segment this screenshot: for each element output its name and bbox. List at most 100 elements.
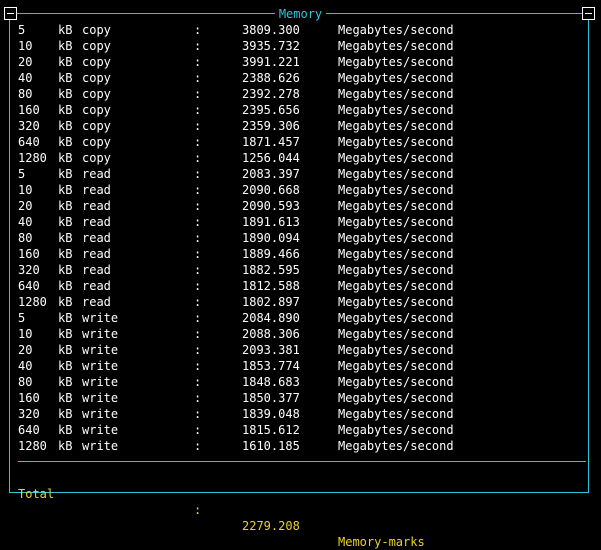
row-colon: :	[194, 375, 202, 389]
row-value: 2392.278	[242, 87, 300, 101]
row-colon: :	[194, 231, 202, 245]
row-size: 5	[18, 23, 26, 37]
row-unit: kB	[58, 55, 73, 69]
row-unit: kB	[58, 263, 73, 277]
row-unit: kB	[58, 279, 73, 293]
row-operation: copy	[82, 103, 111, 117]
row-units: Megabytes/second	[338, 39, 454, 53]
row-colon: :	[194, 263, 202, 277]
row-operation: read	[82, 231, 111, 245]
row-size: 80	[18, 87, 33, 101]
row-operation: write	[82, 327, 119, 341]
row-size: 160	[18, 247, 40, 261]
row-value: 1891.613	[242, 215, 300, 229]
row-colon: :	[194, 119, 202, 133]
row-units: Megabytes/second	[338, 23, 454, 37]
row-value: 2093.381	[242, 343, 300, 357]
row-operation: read	[82, 215, 111, 229]
row-size: 160	[18, 103, 40, 117]
row-unit: kB	[58, 167, 73, 181]
row-value: 2084.890	[242, 311, 300, 325]
row-colon: :	[194, 71, 202, 85]
row-size: 40	[18, 71, 33, 85]
row-unit: kB	[58, 87, 73, 101]
row-operation: copy	[82, 151, 111, 165]
total-value: 2279.208	[242, 519, 300, 533]
row-size: 5	[18, 311, 26, 325]
row-units: Megabytes/second	[338, 151, 454, 165]
row-value: 1853.774	[242, 359, 300, 373]
row-size: 1280	[18, 151, 47, 165]
row-size: 640	[18, 279, 40, 293]
row-unit: kB	[58, 151, 73, 165]
row-unit: kB	[58, 375, 73, 389]
row-colon: :	[194, 423, 202, 437]
row-operation: read	[82, 263, 111, 277]
row-size: 1280	[18, 439, 47, 453]
row-colon: :	[194, 23, 202, 37]
row-operation: read	[82, 167, 111, 181]
row-operation: write	[82, 375, 119, 389]
row-units: Megabytes/second	[338, 311, 454, 325]
row-value: 1850.377	[242, 391, 300, 405]
row-value: 2090.593	[242, 199, 300, 213]
row-value: 2088.306	[242, 327, 300, 341]
row-unit: kB	[58, 183, 73, 197]
row-operation: read	[82, 279, 111, 293]
row-operation: copy	[82, 119, 111, 133]
row-colon: :	[194, 135, 202, 149]
row-value: 1848.683	[242, 375, 300, 389]
row-operation: copy	[82, 39, 111, 53]
row-units: Megabytes/second	[338, 295, 454, 309]
row-value: 1256.044	[242, 151, 300, 165]
row-value: 1815.612	[242, 423, 300, 437]
row-colon: :	[194, 55, 202, 69]
row-value: 2388.626	[242, 71, 300, 85]
row-colon: :	[194, 39, 202, 53]
row-size: 40	[18, 215, 33, 229]
row-units: Megabytes/second	[338, 231, 454, 245]
total-units: Memory-marks	[338, 535, 425, 549]
row-size: 20	[18, 343, 33, 357]
row-unit: kB	[58, 103, 73, 117]
row-units: Megabytes/second	[338, 359, 454, 373]
window-title: Memory	[274, 7, 327, 21]
row-operation: write	[82, 311, 119, 325]
row-operation: read	[82, 183, 111, 197]
row-size: 10	[18, 39, 33, 53]
row-units: Megabytes/second	[338, 55, 454, 69]
row-operation: write	[82, 343, 119, 357]
row-units: Megabytes/second	[338, 327, 454, 341]
row-units: Megabytes/second	[338, 119, 454, 133]
row-unit: kB	[58, 119, 73, 133]
row-value: 2090.668	[242, 183, 300, 197]
total-row: Total : 2279.208 Memory-marks	[18, 470, 578, 549]
row-colon: :	[194, 439, 202, 453]
row-operation: copy	[82, 23, 111, 37]
row-units: Megabytes/second	[338, 183, 454, 197]
row-unit: kB	[58, 407, 73, 421]
row-unit: kB	[58, 343, 73, 357]
row-value: 1882.595	[242, 263, 300, 277]
row-size: 640	[18, 135, 40, 149]
row-value: 1812.588	[242, 279, 300, 293]
row-units: Megabytes/second	[338, 71, 454, 85]
row-size: 640	[18, 423, 40, 437]
row-operation: read	[82, 247, 111, 261]
row-unit: kB	[58, 215, 73, 229]
row-size: 20	[18, 199, 33, 213]
row-unit: kB	[58, 423, 73, 437]
row-unit: kB	[58, 247, 73, 261]
row-size: 10	[18, 327, 33, 341]
row-unit: kB	[58, 23, 73, 37]
row-colon: :	[194, 343, 202, 357]
row-size: 320	[18, 263, 40, 277]
row-size: 320	[18, 407, 40, 421]
row-unit: kB	[58, 295, 73, 309]
row-operation: copy	[82, 87, 111, 101]
row-operation: write	[82, 423, 119, 437]
row-size: 10	[18, 183, 33, 197]
row-value: 3809.300	[242, 23, 300, 37]
row-units: Megabytes/second	[338, 215, 454, 229]
row-units: Megabytes/second	[338, 167, 454, 181]
